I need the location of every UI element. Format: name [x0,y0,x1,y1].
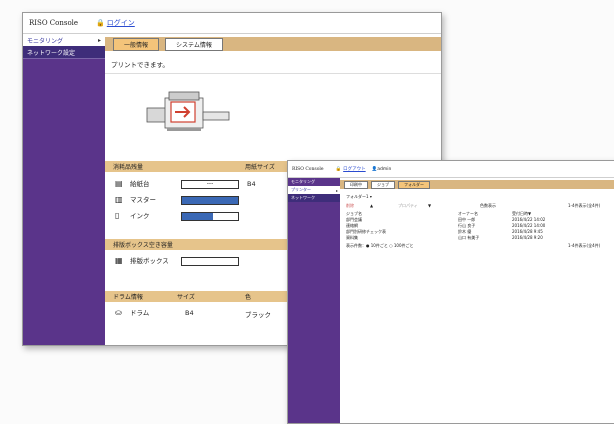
consumables-title: 消耗品残量 [113,164,144,171]
ink-gauge [181,212,239,221]
user-name: admin [377,166,392,172]
job-date: 2016/4/22 14:00 [512,223,546,228]
sidebar: モニタリング ▸ ネットワーク設定 [23,34,105,345]
top-bar: RISO Console 🔒 ログイン [23,13,441,34]
tab-general-info[interactable]: 一般情報 [113,37,160,51]
drum-label: ドラム [130,309,150,317]
chevron-right-icon: ▸ [97,36,101,44]
drum-title: ドラム情報 [113,294,143,301]
sidebar-item-monitoring[interactable]: モニタリング [288,178,340,186]
job-date: 2016/4/22 14:02 [512,217,546,222]
app-title: RISO Console [292,166,324,172]
properties-button[interactable]: プロパティ [398,203,418,209]
column-paper-size: 用紙サイズ [245,164,275,171]
drum-color-value: ブラック [245,311,271,319]
sidebar-item-label: ネットワーク [291,195,315,200]
job-date: 2016/4/28 9:45 [512,229,543,234]
console-window-printer-folder: RISO Console 🔒 ログアウト 👤 admin モニタリング プリンタ… [287,160,614,424]
status-message: プリントできます。 [111,61,169,69]
ink-gauge-fill [182,213,213,220]
tab-folder[interactable]: フォルダー [398,180,430,189]
sidebar-item-monitoring[interactable]: モニタリング ▸ [23,34,105,46]
paper-gauge: --- [181,180,239,189]
drum-size-value: B4 [185,309,194,317]
master-gauge [181,196,239,205]
consumable-label: インク [130,212,150,220]
column-drum-size: サイズ [177,294,195,301]
move-up-button[interactable]: ▲ [370,203,373,208]
sidebar-item-label: モニタリング [27,37,64,45]
paper-gauge-text: --- [206,180,214,187]
divider [105,73,441,74]
sidebar-item-network-settings[interactable]: ネットワーク設定 [23,46,105,59]
master-gauge-fill [182,197,238,204]
lock-icon: 🔒 [96,19,105,27]
page-info-footer: 1-4件表示(全4件) [568,243,601,248]
folder-select[interactable]: フォルダー1 ▾ [346,194,372,200]
tab-jobs[interactable]: ジョブ [371,180,395,189]
consumable-label: 給紙台 [130,180,150,188]
printer-illustration [146,91,230,131]
folder-select-value: フォルダー1 [346,194,369,199]
app-title: RISO Console [29,19,79,27]
ink-icon: ▯ [115,210,120,220]
paper-tray-icon: ▤ [115,178,123,188]
sidebar-item-label: モニタリング [291,179,315,184]
logout-link[interactable]: ログアウト [343,166,366,172]
sidebar: モニタリング プリンター ▸ ネットワーク [288,178,340,423]
master-icon: ▥ [115,194,123,204]
move-down-button[interactable]: ▼ [428,203,431,208]
page-info: 1-4件表示(全4件) [568,203,601,208]
drum-icon: ⛀ [115,307,122,317]
column-drum-color: 色 [245,294,252,301]
sidebar-item-label: ネットワーク設定 [27,49,76,57]
lock-icon: 🔒 [335,166,342,172]
paper-size-value: B4 [247,180,256,188]
sidebar-item-printer[interactable]: プリンター ▸ [288,186,340,194]
disposal-title: 排版ボックス空き容量 [113,242,173,249]
sidebar-item-label: プリンター [291,187,311,192]
disposal-box-icon: ▦ [115,255,123,265]
chevron-down-icon: ▾ [369,194,372,199]
top-bar: RISO Console 🔒 ログアウト 👤 admin [288,161,614,178]
job-name: 資料集 [346,235,358,240]
tab-system-info[interactable]: システム情報 [165,37,223,51]
disposal-label: 排版ボックス [130,257,169,265]
job-date: 2016/4/28 9:20 [512,235,543,240]
page-size-selector[interactable]: 表示件数：● 10件ごと ○ 100件ごと [346,243,414,249]
disposal-gauge [181,257,239,266]
job-owner: 山口 有美子 [458,235,480,240]
tab-bar: 一般情報 システム情報 [105,37,441,51]
consumable-label: マスター [130,196,156,204]
login-link[interactable]: ログイン [107,18,135,28]
delete-button[interactable]: 削除 [346,203,354,209]
tab-printing[interactable]: 印刷中 [344,180,368,189]
main-panel: 印刷中 ジョブ フォルダー フォルダー1 ▾ 削除 ▲ プロパティ ▼ 色数表示… [340,178,614,423]
tab-bar: 印刷中 ジョブ フォルダー [340,180,614,189]
chevron-right-icon: ▸ [335,187,338,193]
sidebar-item-network[interactable]: ネットワーク [288,194,340,202]
color-count-label: 色数表示 [480,203,496,208]
